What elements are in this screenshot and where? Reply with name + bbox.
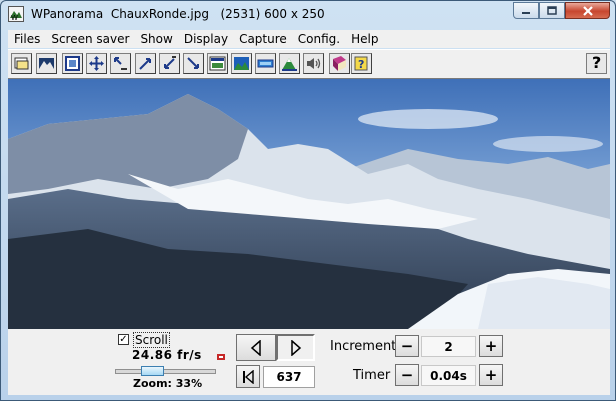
frame-button[interactable] bbox=[62, 53, 83, 74]
fit-arrow-button[interactable] bbox=[159, 53, 180, 74]
help-button[interactable]: ? bbox=[586, 53, 607, 74]
scroll-left-button[interactable] bbox=[236, 334, 276, 361]
position-field[interactable]: 637 bbox=[263, 366, 315, 388]
scroll-checkbox[interactable]: ✓ bbox=[118, 334, 129, 345]
triangle-right-icon bbox=[290, 339, 301, 356]
menu-config[interactable]: Config. bbox=[292, 30, 345, 48]
close-button[interactable] bbox=[565, 2, 610, 19]
menu-screen-saver[interactable]: Screen saver bbox=[45, 30, 134, 48]
skip-start-icon bbox=[243, 369, 254, 384]
strip-icon bbox=[257, 59, 274, 68]
menu-display[interactable]: Display bbox=[178, 30, 233, 48]
zoom-arrow-button[interactable] bbox=[135, 53, 156, 74]
panorama-image bbox=[8, 79, 610, 329]
toolbar: ? ? bbox=[8, 49, 610, 78]
zoom-slider-thumb[interactable] bbox=[140, 366, 164, 376]
maximize-icon bbox=[547, 6, 557, 15]
help-book-icon: ? bbox=[354, 56, 368, 71]
strip-button[interactable] bbox=[255, 53, 276, 74]
move-button[interactable] bbox=[86, 53, 107, 74]
mountain-icon bbox=[282, 58, 297, 71]
timer-value[interactable]: 0.04s bbox=[421, 365, 476, 386]
control-panel: ✓ Scroll 24.86 fr/s Zoom: 33% 637 Increm… bbox=[8, 329, 610, 395]
panorama-viewport[interactable] bbox=[8, 78, 610, 329]
maximize-button[interactable] bbox=[539, 2, 565, 19]
svg-text:?: ? bbox=[358, 58, 364, 71]
increment-plus-button[interactable]: + bbox=[479, 335, 503, 357]
expand-arrow-button[interactable] bbox=[183, 53, 204, 74]
menu-files[interactable]: Files bbox=[8, 30, 45, 48]
image-window-icon bbox=[209, 56, 226, 71]
book-button[interactable] bbox=[329, 53, 350, 74]
panorama-icon bbox=[234, 57, 249, 70]
sound-button[interactable] bbox=[303, 53, 324, 74]
go-to-start-button[interactable] bbox=[236, 365, 260, 388]
zoom-slider-track[interactable] bbox=[115, 369, 216, 374]
increment-minus-button[interactable]: − bbox=[395, 335, 419, 357]
menu-help[interactable]: Help bbox=[345, 30, 383, 48]
scroll-label[interactable]: Scroll bbox=[133, 332, 170, 348]
timer-minus-button[interactable]: − bbox=[395, 364, 419, 386]
timer-plus-button[interactable]: + bbox=[479, 364, 503, 386]
book-icon bbox=[333, 56, 346, 71]
speaker-icon bbox=[307, 58, 321, 69]
app-icon: W bbox=[8, 6, 24, 22]
close-icon bbox=[582, 5, 593, 16]
timer-label: Timer bbox=[353, 368, 391, 383]
menu-bar: Files Screen saver Show Display Capture … bbox=[8, 30, 610, 48]
window-title: WPanorama ChauxRonde.jpg (2531) 600 x 25… bbox=[31, 7, 325, 21]
app-window: W WPanorama ChauxRonde.jpg (2531) 600 x … bbox=[0, 0, 616, 401]
record-icon bbox=[217, 354, 225, 360]
shrink-button[interactable] bbox=[110, 53, 131, 74]
panorama-button[interactable] bbox=[231, 53, 252, 74]
frame-icon bbox=[65, 56, 80, 71]
mountain-button[interactable] bbox=[279, 53, 300, 74]
open-file-button[interactable] bbox=[11, 53, 32, 74]
zoom-readout: Zoom: 33% bbox=[133, 377, 203, 390]
scroll-right-button[interactable] bbox=[276, 334, 315, 361]
increment-label: Increment bbox=[330, 339, 397, 354]
speed-readout: 24.86 fr/s bbox=[132, 348, 202, 362]
fit-arrow-icon bbox=[164, 56, 176, 69]
move-icon bbox=[89, 56, 104, 71]
triangle-left-icon bbox=[250, 339, 261, 356]
image-window-button[interactable] bbox=[207, 53, 228, 74]
menu-capture[interactable]: Capture bbox=[233, 30, 292, 48]
minimize-button[interactable] bbox=[513, 2, 539, 19]
landscape-icon bbox=[39, 58, 54, 69]
help-book-button[interactable]: ? bbox=[351, 53, 372, 74]
menu-show[interactable]: Show bbox=[134, 30, 177, 48]
landscape-button[interactable] bbox=[36, 53, 57, 74]
open-file-icon bbox=[14, 57, 29, 70]
expand-arrow-icon bbox=[187, 57, 199, 69]
minimize-icon bbox=[522, 11, 530, 14]
shrink-icon bbox=[114, 57, 127, 70]
increment-value[interactable]: 2 bbox=[421, 336, 476, 357]
svg-text:W: W bbox=[11, 14, 18, 22]
zoom-arrow-icon bbox=[139, 58, 151, 70]
title-bar[interactable]: W WPanorama ChauxRonde.jpg (2531) 600 x … bbox=[1, 1, 615, 27]
help-icon: ? bbox=[592, 53, 602, 72]
